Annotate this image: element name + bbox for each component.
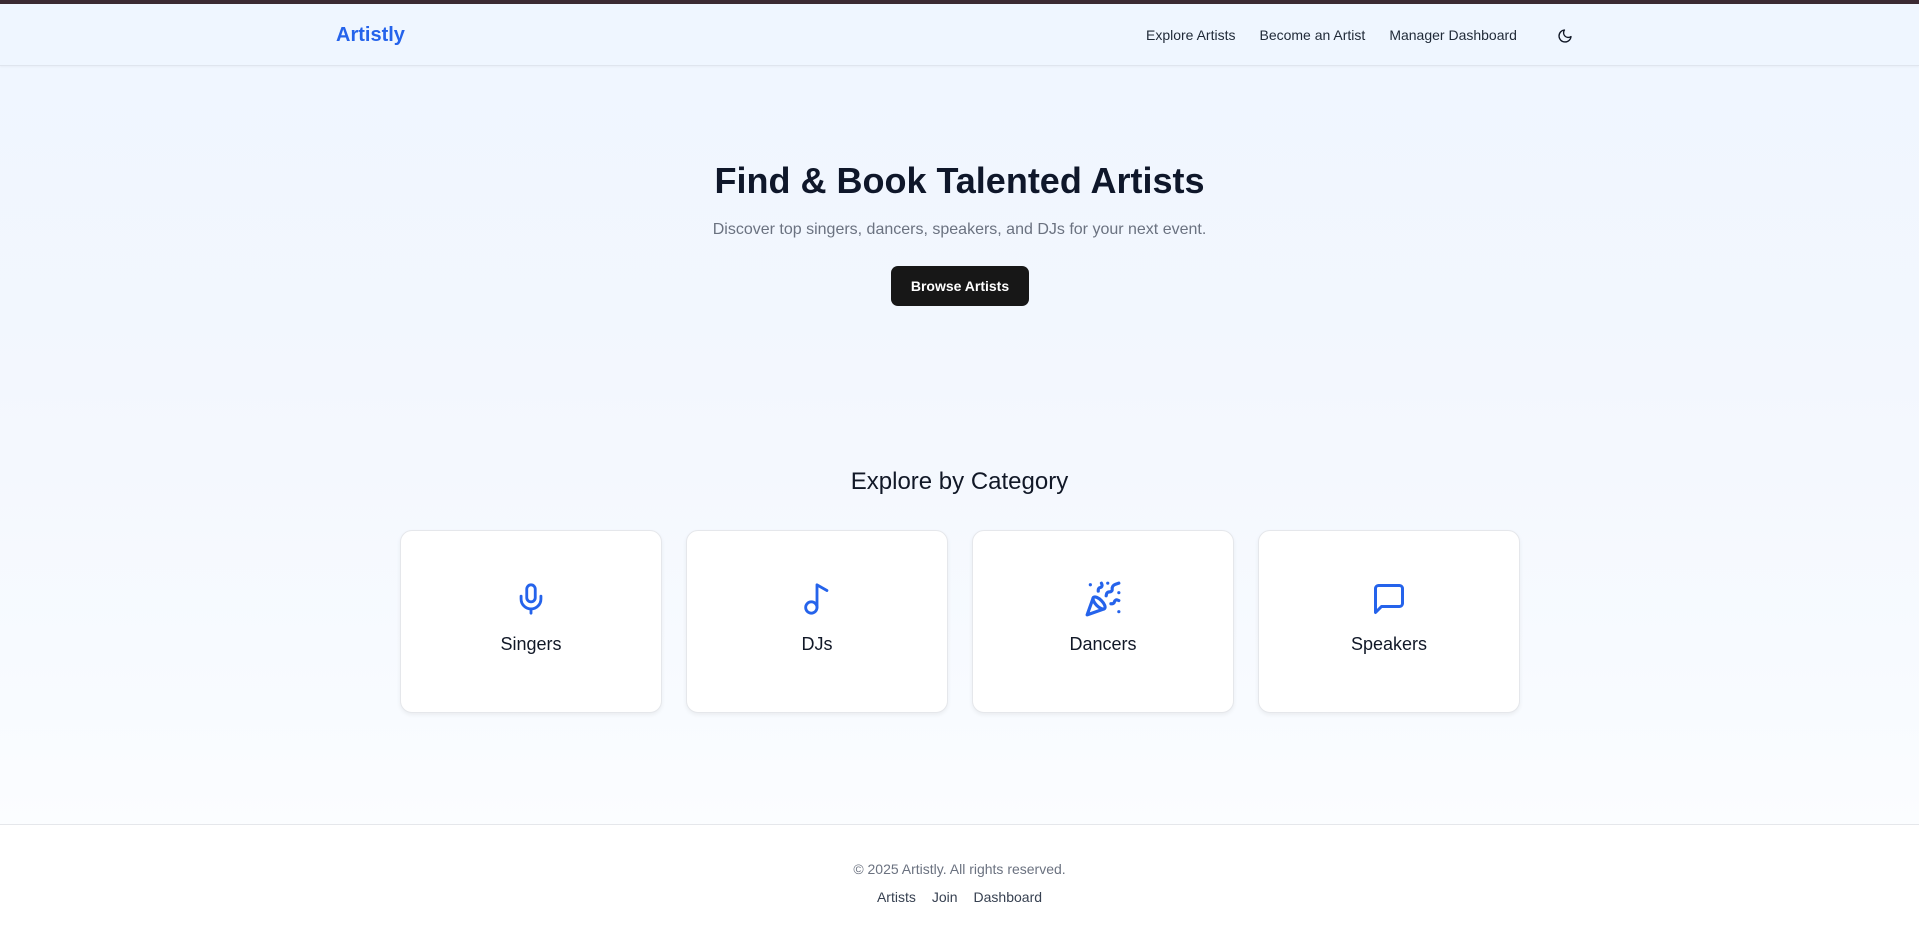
hero-title: Find & Book Talented Artists	[714, 160, 1205, 201]
category-cards: Singers DJs Dancers Speakers	[400, 530, 1520, 713]
brand-logo[interactable]: Artistly	[336, 24, 405, 47]
footer-link-dashboard[interactable]: Dashboard	[974, 889, 1043, 905]
footer-link-artists[interactable]: Artists	[877, 889, 916, 905]
party-popper-icon	[1083, 579, 1123, 619]
category-label: Dancers	[1069, 634, 1137, 654]
footer: © 2025 Artistly. All rights reserved. Ar…	[0, 824, 1919, 948]
browse-artists-button[interactable]: Browse Artists	[891, 266, 1029, 306]
category-label: Singers	[500, 634, 562, 654]
nav-links: Explore Artists Become an Artist Manager…	[1146, 27, 1541, 43]
moon-icon	[1558, 29, 1572, 43]
category-card-dancers[interactable]: Dancers	[972, 530, 1234, 713]
category-card-djs[interactable]: DJs	[686, 530, 948, 713]
nav-link-manager-dashboard[interactable]: Manager Dashboard	[1389, 27, 1517, 43]
nav-link-explore-artists[interactable]: Explore Artists	[1146, 27, 1235, 43]
copyright-text: © 2025 Artistly. All rights reserved.	[853, 861, 1066, 877]
footer-links: Artists Join Dashboard	[0, 889, 1919, 905]
category-card-speakers[interactable]: Speakers	[1258, 530, 1520, 713]
category-section-title: Explore by Category	[850, 468, 1069, 495]
category-label: Speakers	[1350, 634, 1428, 654]
navbar: Artistly Explore Artists Become an Artis…	[0, 4, 1919, 66]
hero-subtitle: Discover top singers, dancers, speakers,…	[712, 221, 1207, 238]
microphone-icon	[511, 579, 551, 619]
music-note-icon	[797, 579, 837, 619]
nav-link-become-artist[interactable]: Become an Artist	[1259, 27, 1365, 43]
message-bubble-icon	[1369, 579, 1409, 619]
theme-toggle-button[interactable]	[1554, 25, 1576, 47]
category-label: DJs	[801, 634, 833, 654]
category-card-singers[interactable]: Singers	[400, 530, 662, 713]
footer-link-join[interactable]: Join	[932, 889, 958, 905]
